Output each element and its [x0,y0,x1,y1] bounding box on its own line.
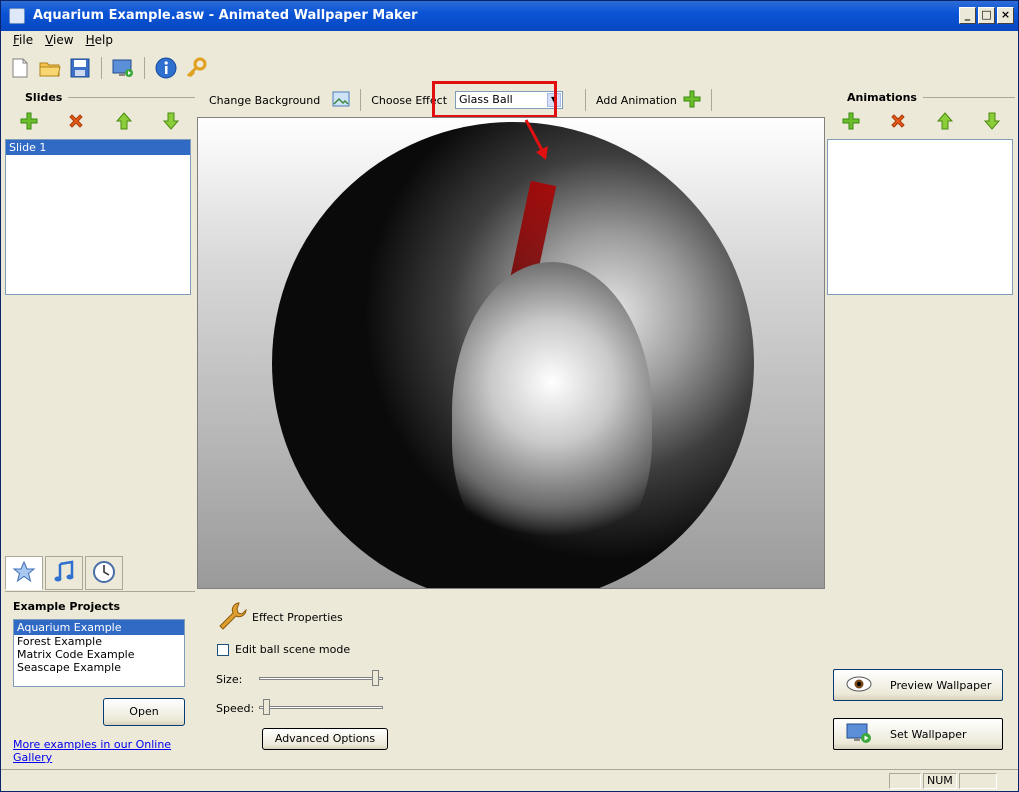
eye-icon [846,675,872,696]
glass-ball-preview [272,122,754,588]
background-image-icon [332,91,350,110]
status-num: NUM [923,773,957,789]
music-note-icon [52,560,76,587]
checkbox-box[interactable] [217,644,229,656]
speed-slider[interactable] [259,699,383,715]
list-item[interactable]: Slide 1 [6,140,190,155]
tab-effects[interactable] [5,556,43,590]
minimize-button[interactable]: _ [959,7,976,24]
maximize-button[interactable]: □ [978,7,995,24]
add-icon [683,90,701,111]
menu-file[interactable]: File [7,31,39,51]
set-wallpaper-button[interactable]: Set Wallpaper [833,718,1003,750]
animations-panel: Animations [827,91,1015,295]
move-slide-up-icon[interactable] [115,112,133,133]
animations-actions [827,112,1015,133]
add-slide-icon[interactable] [20,112,38,133]
size-slider[interactable] [259,670,383,686]
slides-header: Slides [5,91,195,104]
window-controls: _ □ × [959,7,1014,24]
example-projects-panel: Example Projects Aquarium Example Forest… [5,591,195,764]
change-background-button[interactable]: Change Background [209,91,350,110]
portrait-figure [452,262,652,562]
open-button[interactable]: Open [103,698,185,726]
menu-bar: File View Help [1,31,1018,51]
animations-list[interactable] [827,139,1013,295]
menu-view[interactable]: View [39,31,79,51]
slider-thumb[interactable] [372,670,379,686]
move-animation-up-icon[interactable] [936,112,954,133]
list-item[interactable]: Aquarium Example [14,620,184,635]
move-slide-down-icon[interactable] [162,112,180,133]
delete-slide-icon[interactable] [67,112,85,133]
effect-highlight-box [432,81,557,118]
left-tabs [5,556,123,590]
add-animation-icon[interactable] [842,112,860,133]
effect-properties-title: Effect Properties [252,611,343,624]
monitor-icon [846,722,872,747]
add-animation-button[interactable]: Add Animation [596,90,701,111]
menu-help[interactable]: Help [80,31,119,51]
key-icon[interactable] [185,57,207,79]
tab-clock[interactable] [85,556,123,590]
status-pane [959,773,997,789]
list-item[interactable]: Seascape Example [14,661,184,674]
example-projects-title: Example Projects [13,600,121,613]
slides-list[interactable]: Slide 1 [5,139,191,295]
speed-label: Speed: [216,702,255,715]
new-file-icon[interactable] [9,57,31,79]
advanced-options-button[interactable]: Advanced Options [262,728,388,750]
toolbar-separator [360,89,362,111]
wrench-icon [217,601,247,634]
annotation-arrow [524,119,548,160]
set-wallpaper-icon[interactable] [112,57,134,79]
save-icon[interactable] [69,57,91,79]
clock-icon [92,560,116,587]
status-pane [889,773,921,789]
app-window: Aquarium Example.asw - Animated Wallpape… [0,0,1019,792]
move-animation-down-icon[interactable] [983,112,1001,133]
example-projects-list[interactable]: Aquarium Example Forest Example Matrix C… [13,619,185,687]
toolbar-separator [101,57,102,79]
delete-animation-icon[interactable] [889,112,907,133]
list-item[interactable]: Forest Example [14,635,184,648]
slider-track [259,706,383,709]
tab-music[interactable] [45,556,83,590]
preview-canvas[interactable] [197,117,825,589]
close-button[interactable]: × [997,7,1014,24]
slides-panel: Slides Slide 1 [5,91,195,295]
info-icon[interactable] [155,57,177,79]
size-label: Size: [216,673,243,686]
online-gallery-link[interactable]: More examples in our Online Gallery [13,738,195,764]
preview-wallpaper-button[interactable]: Preview Wallpaper [833,669,1003,701]
star-icon [12,560,36,587]
list-item[interactable]: Matrix Code Example [14,648,184,661]
status-bar: NUM [1,769,1018,791]
slider-thumb[interactable] [263,699,270,715]
animations-header: Animations [827,91,1015,104]
slides-actions [5,112,195,133]
window-title: Aquarium Example.asw - Animated Wallpape… [33,8,418,23]
toolbar-separator [144,57,145,79]
slider-track [259,677,383,680]
title-bar: Aquarium Example.asw - Animated Wallpape… [1,1,1018,31]
toolbar-separator [585,89,587,111]
app-icon [9,8,25,24]
effect-properties-panel: Effect Properties Edit ball scene mode S… [197,591,825,761]
main-toolbar [1,53,1018,83]
open-folder-icon[interactable] [39,57,61,79]
toolbar-separator [710,89,712,111]
edit-ball-scene-checkbox[interactable]: Edit ball scene mode [217,643,350,656]
